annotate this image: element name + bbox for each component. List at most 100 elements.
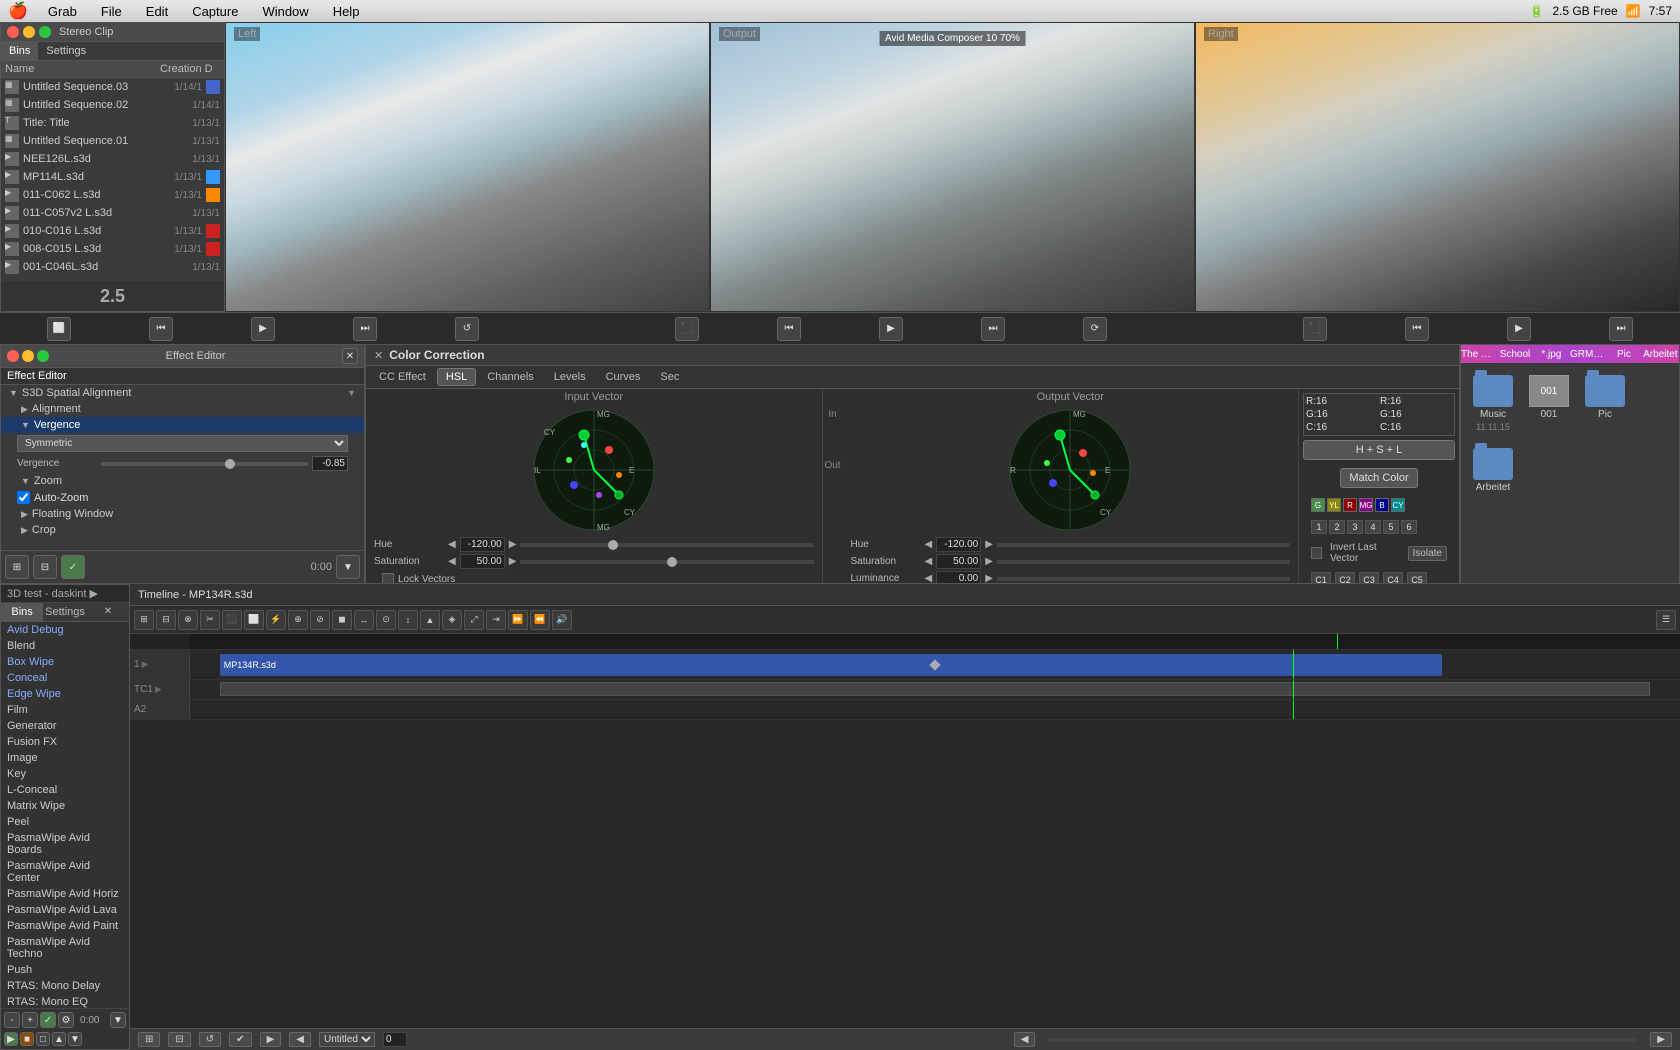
ol-down-btn[interactable]: ◀: [925, 573, 933, 583]
menu-help[interactable]: Help: [329, 4, 364, 19]
tab-cc-effect[interactable]: CC Effect: [370, 368, 435, 386]
center-back-button[interactable]: ⏮: [777, 317, 801, 341]
vergence-slider[interactable]: [101, 456, 348, 471]
folder-001[interactable]: 001 001: [1525, 371, 1573, 436]
bins-item-film[interactable]: Film: [1, 702, 129, 718]
lock-vectors-checkbox[interactable]: [382, 573, 394, 583]
status-btn-4[interactable]: ✔: [229, 1032, 251, 1047]
color-btn-yl[interactable]: YL: [1327, 498, 1341, 512]
bins-item-conceal[interactable]: Conceal: [1, 670, 129, 686]
num-btn-1[interactable]: 1: [1311, 520, 1327, 534]
menu-file[interactable]: File: [97, 4, 126, 19]
right-play-button[interactable]: ⬛: [1303, 317, 1327, 341]
tl-clip-mp134[interactable]: MP134R.s3d: [220, 654, 1442, 676]
step-back-button[interactable]: ⏮: [149, 317, 173, 341]
hue-down-btn[interactable]: ◀: [448, 539, 456, 550]
status-btn-5[interactable]: ▶: [260, 1032, 282, 1047]
color-btn-mg[interactable]: MG: [1359, 498, 1373, 512]
vergence-mode-select[interactable]: Symmetric: [17, 435, 348, 452]
c-btn-5[interactable]: C5: [1407, 572, 1427, 583]
bins-zoom-out[interactable]: -: [4, 1012, 20, 1028]
tl-btn-15[interactable]: ◈: [442, 610, 462, 630]
tab-hsl[interactable]: HSL: [437, 368, 476, 386]
status-btn-1[interactable]: ⊞: [138, 1032, 160, 1047]
bins-item-rtas-delay[interactable]: RTAS: Mono Delay: [1, 978, 129, 994]
status-sequence-select[interactable]: Untitled: [319, 1032, 375, 1047]
bins-item-plasmaWipe-center[interactable]: PasmaWipe Avid Center: [1, 858, 129, 886]
bins-item-avid-debug[interactable]: Avid Debug: [1, 622, 129, 638]
bins-item-matrix-wipe[interactable]: Matrix Wipe: [1, 798, 129, 814]
status-scroll-bar[interactable]: [1047, 1038, 1638, 1042]
tl-btn-11[interactable]: ↔: [354, 610, 374, 630]
tree-item-zoom[interactable]: ▼ Zoom: [1, 473, 364, 489]
status-btn-3[interactable]: ↺: [199, 1032, 221, 1047]
menu-window[interactable]: Window: [258, 4, 312, 19]
mark-in-button[interactable]: ⬜: [47, 317, 71, 341]
status-timecode-input[interactable]: [383, 1032, 407, 1047]
tl-track-content-a2[interactable]: [190, 700, 1680, 719]
tl-btn-14[interactable]: ▲: [420, 610, 440, 630]
vergence-thumb[interactable]: [225, 459, 235, 469]
bins-item-box-wipe[interactable]: Box Wipe: [1, 654, 129, 670]
bins-item-key[interactable]: Key: [1, 766, 129, 782]
num-btn-4[interactable]: 4: [1365, 520, 1381, 534]
status-btn-2[interactable]: ⊟: [168, 1032, 190, 1047]
folder-music[interactable]: Music 11.11.15: [1469, 371, 1517, 436]
tl-btn-6[interactable]: ⬜: [244, 610, 264, 630]
out-hue-input[interactable]: [936, 537, 981, 552]
apple-menu[interactable]: 🍎: [8, 1, 28, 21]
fast-forward-button[interactable]: ⏭: [353, 317, 377, 341]
green-icon1[interactable]: ▶: [4, 1032, 18, 1046]
ee-btn1[interactable]: ⊞: [5, 555, 29, 579]
breadcrumb-item[interactable]: Effect Editor: [7, 370, 67, 382]
tab-sec[interactable]: Sec: [651, 368, 688, 386]
bins-check[interactable]: ✓: [40, 1012, 56, 1028]
status-zoom-in[interactable]: ▶: [1650, 1032, 1672, 1047]
num-btn-2[interactable]: 2: [1329, 520, 1345, 534]
orange-icon[interactable]: ■: [20, 1032, 34, 1046]
tl-btn-play-rev[interactable]: ⏪: [530, 610, 550, 630]
tl-btn-1[interactable]: ⊞: [134, 610, 154, 630]
tree-item-vergence[interactable]: ▼ Vergence: [1, 417, 364, 433]
menu-grab[interactable]: Grab: [44, 4, 81, 19]
tl-btn-5[interactable]: ⬛: [222, 610, 242, 630]
list-item[interactable]: T Title: Title 1/13/1: [1, 114, 224, 132]
hue-slider-thumb[interactable]: [608, 540, 618, 550]
tl-btn-17[interactable]: ⇥: [486, 610, 506, 630]
tl-btn-menu[interactable]: ☰: [1656, 610, 1676, 630]
bins-item-plasmaWipe-paint[interactable]: PasmaWipe Avid Paint: [1, 918, 129, 934]
out-sat-slider[interactable]: [997, 560, 1290, 564]
ee-close-btn[interactable]: [7, 350, 19, 362]
bins-item-edge-wipe[interactable]: Edge Wipe: [1, 686, 129, 702]
tl-btn-9[interactable]: ⊘: [310, 610, 330, 630]
out-hue-slider[interactable]: [997, 543, 1290, 547]
ol-up-btn[interactable]: ▶: [985, 573, 993, 583]
vergence-track[interactable]: [101, 462, 308, 466]
ee-expand-btn[interactable]: ▼: [336, 555, 360, 579]
tl-btn-play-fwd[interactable]: ⏩: [508, 610, 528, 630]
right-fwd-button[interactable]: ▶: [1507, 317, 1531, 341]
tab-levels[interactable]: Levels: [545, 368, 595, 386]
num-btn-6[interactable]: 6: [1401, 520, 1417, 534]
sat-slider[interactable]: [520, 560, 813, 564]
bins-item-plasmaWipe-lava[interactable]: PasmaWipe Avid Lava: [1, 902, 129, 918]
tl-btn-3[interactable]: ⊗: [178, 610, 198, 630]
bins-item-image[interactable]: Image: [1, 750, 129, 766]
hue-value-input[interactable]: [460, 537, 505, 552]
c-btn-3[interactable]: C3: [1359, 572, 1379, 583]
gray-icon[interactable]: □: [36, 1032, 50, 1046]
ee-max-btn[interactable]: [37, 350, 49, 362]
sat-value-input[interactable]: [460, 554, 505, 569]
out-lum-slider[interactable]: [997, 577, 1290, 581]
tl-btn-2[interactable]: ⊟: [156, 610, 176, 630]
tl-btn-10[interactable]: ◼: [332, 610, 352, 630]
hue-slider[interactable]: [520, 543, 813, 547]
bins-expand[interactable]: ▼: [110, 1012, 126, 1028]
tl-btn-13[interactable]: ↕: [398, 610, 418, 630]
sat-slider-thumb[interactable]: [667, 557, 677, 567]
bins-item-plasmaWipe-techno[interactable]: PasmaWipe Avid Techno: [1, 934, 129, 962]
os-up-btn[interactable]: ▶: [985, 556, 993, 567]
bins-item-fusion-fx[interactable]: Fusion FX: [1, 734, 129, 750]
tl-btn-4[interactable]: ✂: [200, 610, 220, 630]
right-fast-button[interactable]: ⏭: [1609, 317, 1633, 341]
